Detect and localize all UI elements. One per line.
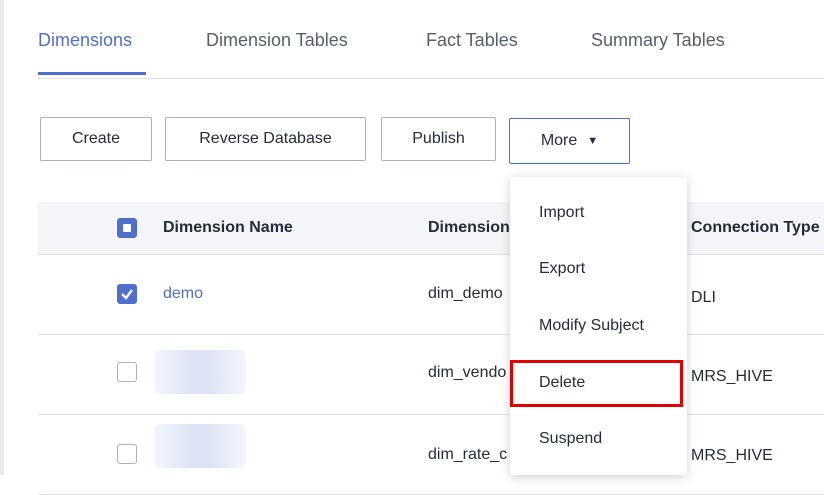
connection-type-cell: MRS_HIVE	[691, 447, 773, 464]
tab-dimension-tables[interactable]: Dimension Tables	[206, 30, 348, 51]
dimension-cell: dim_demo	[428, 285, 503, 302]
connection-type-cell: DLI	[691, 289, 716, 306]
column-header-dimension-name[interactable]: Dimension Name	[163, 219, 293, 237]
menu-item-import[interactable]: Import	[539, 204, 584, 222]
more-button[interactable]: More ▼	[509, 118, 630, 164]
menu-item-suspend[interactable]: Suspend	[539, 430, 602, 448]
dimension-cell: dim_vendo	[428, 364, 507, 381]
dimension-name-link[interactable]: demo	[163, 285, 203, 303]
dimension-cell: dim_rate_c	[428, 446, 508, 463]
row-checkbox[interactable]	[117, 444, 137, 464]
tab-dimensions[interactable]: Dimensions	[38, 30, 132, 51]
publish-button[interactable]: Publish	[381, 117, 496, 161]
more-button-label: More	[540, 132, 578, 149]
tab-summary-tables[interactable]: Summary Tables	[591, 30, 725, 51]
select-all-checkbox[interactable]	[117, 218, 137, 238]
redacted-name	[154, 424, 246, 468]
table-row: demo dim_demo DLI	[38, 254, 824, 335]
redacted-name	[154, 350, 246, 394]
menu-item-export[interactable]: Export	[539, 260, 585, 278]
more-dropdown-menu: Import Export Modify Subject Delete Susp…	[510, 177, 687, 475]
caret-down-icon: ▼	[587, 135, 599, 147]
create-button[interactable]: Create	[40, 117, 152, 161]
row-checkbox[interactable]	[117, 362, 137, 382]
reverse-database-button[interactable]: Reverse Database	[165, 117, 366, 161]
table-row: dim_vendo MRS_HIVE	[38, 334, 824, 415]
delete-highlight-box	[510, 360, 683, 407]
table-row: dim_rate_c MRS_HIVE	[38, 414, 824, 495]
row-checkbox[interactable]	[117, 284, 137, 304]
menu-item-modify-subject[interactable]: Modify Subject	[539, 317, 644, 335]
active-tab-indicator	[38, 72, 146, 75]
connection-type-cell: MRS_HIVE	[691, 368, 773, 385]
tab-bar: Dimensions Dimension Tables Fact Tables …	[38, 30, 824, 79]
column-header-dimension[interactable]: Dimension	[428, 219, 510, 237]
tab-fact-tables[interactable]: Fact Tables	[426, 30, 518, 51]
left-panel-border	[0, 0, 4, 475]
column-header-connection-type[interactable]: Connection Type	[691, 219, 820, 237]
table-header: Dimension Name Dimension Connection Type	[38, 202, 824, 255]
